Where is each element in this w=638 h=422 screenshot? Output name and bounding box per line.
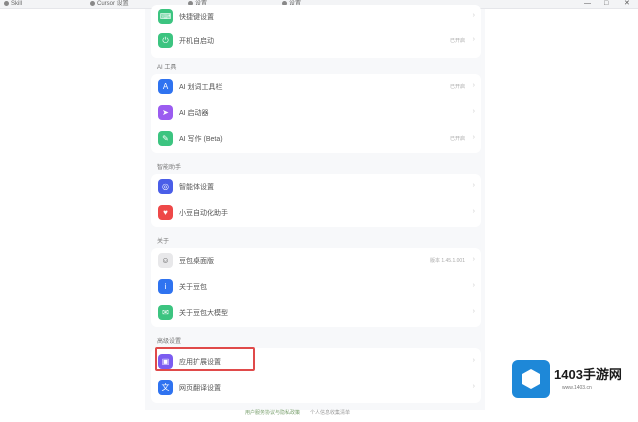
row-agent-settings[interactable]: ◎ 智能体设置 › [151,175,481,200]
avatar-icon: ☺ [158,253,173,268]
chevron-right-icon: › [472,208,475,215]
chevron-right-icon: › [472,256,475,263]
settings-card-ai: A AI 划词工具栏 已开启 › ➤ AI 启动器 › ✎ AI 写作 (Bet… [151,74,481,153]
tab-favicon-icon [4,1,9,6]
chevron-right-icon: › [472,134,475,141]
cube-logo-icon [512,360,550,398]
chevron-right-icon: › [472,383,475,390]
footer-info-list-link[interactable]: 个人信息收集清单 [310,409,350,416]
tab-favicon-icon [90,1,95,6]
row-autostart[interactable]: ⏻ 开机自启动 已开启 › [151,29,481,54]
chevron-right-icon: › [472,36,475,43]
chevron-right-icon: › [472,308,475,315]
row-about[interactable]: i 关于豆包 › [151,275,481,300]
agent-icon: ◎ [158,179,173,194]
row-ai-toolbar[interactable]: A AI 划词工具栏 已开启 › [151,75,481,100]
watermark-logo: 1403手游网 www.1403.cn [512,358,632,402]
row-desktop-version[interactable]: ☺ 豆包桌面版 版本 1.45.1.001 › [151,249,481,274]
section-title-advanced: 高级设置 [157,339,182,345]
info-icon: i [158,279,173,294]
watermark-url: www.1403.cn [562,385,592,391]
highlight-box [155,347,255,371]
tab-cursor-settings[interactable]: Cursor 设置 [90,1,129,8]
chevron-right-icon: › [472,82,475,89]
row-automation[interactable]: ♥ 小豆自动化助手 › [151,201,481,226]
chevron-right-icon: › [472,182,475,189]
chevron-right-icon: › [472,12,475,19]
row-about-model[interactable]: ✉ 关于豆包大模型 › [151,301,481,326]
settings-card-assistant: ◎ 智能体设置 › ♥ 小豆自动化助手 › [151,174,481,227]
close-button[interactable]: ✕ [624,0,630,8]
row-ai-write[interactable]: ✎ AI 写作 (Beta) 已开启 › [151,127,481,152]
row-translate-settings[interactable]: 文 网页翻译设置 › [151,376,481,401]
ai-launcher-icon: ➤ [158,105,173,120]
chat-icon: ✉ [158,305,173,320]
ai-toolbar-icon: A [158,79,173,94]
chevron-right-icon: › [472,282,475,289]
section-title-ai: AI 工具 [157,65,177,71]
minimize-button[interactable]: — [584,0,591,8]
section-title-assistant: 智能助手 [157,165,182,171]
chevron-right-icon: › [472,108,475,115]
bot-icon: ♥ [158,205,173,220]
translate-icon: 文 [158,380,173,395]
settings-card-general: ⌨ 快捷键设置 › ⏻ 开机自启动 已开启 › [151,5,481,58]
row-shortcut[interactable]: ⌨ 快捷键设置 › [151,5,481,30]
chevron-right-icon: › [472,357,475,364]
watermark-title: 1403手游网 [554,367,622,382]
power-icon: ⏻ [158,33,173,48]
maximize-button[interactable]: □ [604,0,608,8]
settings-card-about: ☺ 豆包桌面版 版本 1.45.1.001 › i 关于豆包 › ✉ 关于豆包大… [151,248,481,327]
ai-write-icon: ✎ [158,131,173,146]
footer-agreement-link[interactable]: 用户服务协议与隐私政策 [245,409,300,416]
keyboard-icon: ⌨ [158,9,173,24]
row-ai-launcher[interactable]: ➤ AI 启动器 › [151,101,481,126]
tab-skill[interactable]: Skill [4,1,22,8]
section-title-about: 关于 [157,239,170,245]
